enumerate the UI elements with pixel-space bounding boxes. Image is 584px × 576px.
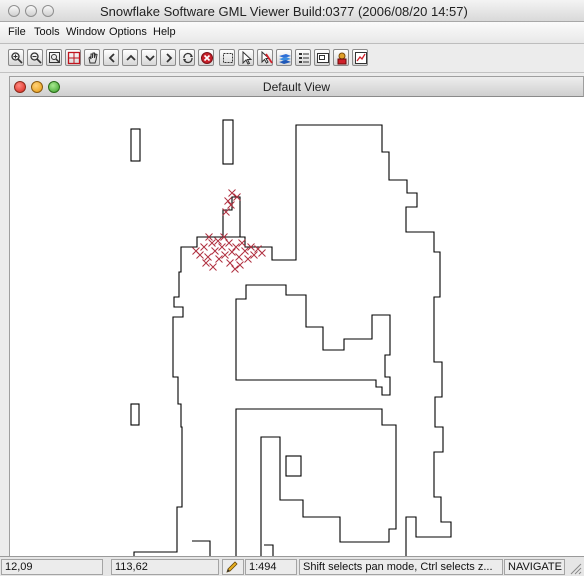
layers-icon <box>279 54 291 64</box>
feature-marker[interactable] <box>221 251 229 259</box>
status-edit-toggle[interactable] <box>222 559 244 575</box>
select-box-button[interactable] <box>219 49 235 66</box>
map-canvas[interactable] <box>9 97 584 556</box>
feature-outline[interactable] <box>235 284 391 396</box>
menu-tools[interactable]: Tools <box>34 26 60 38</box>
menubar: File Tools Window Options Help <box>0 22 584 44</box>
statusbar: 12,09 113,62 1:494 Shift selects pan mod… <box>0 556 584 576</box>
pan-left-icon <box>108 53 115 63</box>
window-zoom-button[interactable] <box>42 5 54 17</box>
feature-marker[interactable] <box>228 248 236 256</box>
status-mode: NAVIGATE <box>504 559 565 575</box>
window-close-button[interactable] <box>8 5 20 17</box>
stop-button[interactable] <box>198 49 214 66</box>
status-coord-y: 113,62 <box>111 559 219 575</box>
feature-marker[interactable] <box>236 261 244 269</box>
feature-marker[interactable] <box>228 189 236 197</box>
zoom-out-button[interactable] <box>27 49 43 66</box>
feature-marker[interactable] <box>241 247 249 255</box>
feature-marker[interactable] <box>232 243 240 251</box>
feature-marker[interactable] <box>200 243 208 251</box>
feature-marker[interactable] <box>231 265 239 273</box>
overview-icon <box>317 53 329 63</box>
feature-marker[interactable] <box>209 263 217 271</box>
legend-button[interactable] <box>295 49 311 66</box>
zoom-extent-button[interactable] <box>65 49 81 66</box>
feature-outline[interactable] <box>130 403 140 426</box>
pan-down-icon <box>145 55 155 62</box>
feature-outline[interactable] <box>222 119 234 165</box>
window-minimize-button[interactable] <box>25 5 37 17</box>
feature-outline[interactable] <box>130 128 141 162</box>
feature-marker[interactable] <box>214 237 222 245</box>
resize-grip-icon <box>570 563 582 575</box>
status-message: Shift selects pan mode, Ctrl selects z..… <box>299 559 503 575</box>
pointer-button[interactable] <box>238 49 254 66</box>
feature-marker[interactable] <box>224 197 232 205</box>
map-drawing <box>130 119 452 556</box>
pan-button[interactable] <box>84 49 100 66</box>
legend-icon <box>299 53 309 63</box>
zoom-out-icon <box>30 52 42 64</box>
feature-marker[interactable] <box>250 251 258 259</box>
selected-feature-markers[interactable] <box>192 189 266 273</box>
menu-options[interactable]: Options <box>109 26 147 38</box>
feature-marker[interactable] <box>225 239 233 247</box>
menu-file[interactable]: File <box>8 26 26 38</box>
pan-up-icon <box>126 54 136 61</box>
select-box-icon <box>223 53 233 63</box>
feature-outline[interactable] <box>285 455 302 477</box>
window-title: Snowflake Software GML Viewer Build:0377… <box>100 4 468 19</box>
pointer-icon <box>242 51 253 65</box>
resize-grip[interactable] <box>567 560 582 575</box>
menu-help[interactable]: Help <box>153 26 176 38</box>
feature-marker[interactable] <box>211 247 219 255</box>
zoom-box-button[interactable] <box>46 49 62 66</box>
view-titlebar[interactable]: Default View <box>9 76 584 97</box>
pan-right-icon <box>166 53 173 63</box>
chart-button[interactable] <box>352 49 368 66</box>
feature-outline[interactable] <box>192 540 211 556</box>
toolbar <box>0 44 584 73</box>
pencil-icon <box>226 561 238 573</box>
status-coord-x: 12,09 <box>1 559 103 575</box>
clear-selection-icon <box>261 51 273 64</box>
zoom-extent-icon <box>67 51 81 65</box>
refresh-icon <box>183 52 193 64</box>
pan-hand-icon <box>88 52 98 64</box>
clear-selection-button[interactable] <box>257 49 273 66</box>
feature-marker[interactable] <box>204 253 212 261</box>
feature-marker[interactable] <box>244 255 252 263</box>
feature-marker[interactable] <box>227 201 235 209</box>
pan-up-button[interactable] <box>122 49 138 66</box>
feature-marker[interactable] <box>196 251 204 259</box>
stop-icon <box>201 52 213 64</box>
layers-button[interactable] <box>276 49 292 66</box>
feature-marker[interactable] <box>258 249 266 257</box>
status-scale: 1:494 <box>245 559 297 575</box>
view-title: Default View <box>262 80 331 94</box>
zoom-in-icon <box>11 52 23 64</box>
menu-window[interactable]: Window <box>66 26 105 38</box>
pan-down-button[interactable] <box>141 49 157 66</box>
identify-icon <box>337 52 347 65</box>
feature-marker[interactable] <box>235 253 243 261</box>
zoom-in-button[interactable] <box>8 49 24 66</box>
pan-right-button[interactable] <box>160 49 176 66</box>
refresh-button[interactable] <box>179 49 195 66</box>
feature-outline[interactable] <box>235 408 397 556</box>
overview-button[interactable] <box>314 49 330 66</box>
identify-button[interactable] <box>333 49 349 66</box>
feature-marker[interactable] <box>202 259 210 267</box>
feature-marker[interactable] <box>218 243 226 251</box>
feature-marker[interactable] <box>226 259 234 267</box>
feature-outline[interactable] <box>264 544 274 556</box>
feature-outline[interactable] <box>133 124 452 556</box>
chart-icon <box>355 52 367 64</box>
window-titlebar[interactable]: Snowflake Software GML Viewer Build:0377… <box>0 0 584 22</box>
zoom-box-icon <box>49 52 60 63</box>
pan-left-button[interactable] <box>103 49 119 66</box>
feature-marker[interactable] <box>215 255 223 263</box>
